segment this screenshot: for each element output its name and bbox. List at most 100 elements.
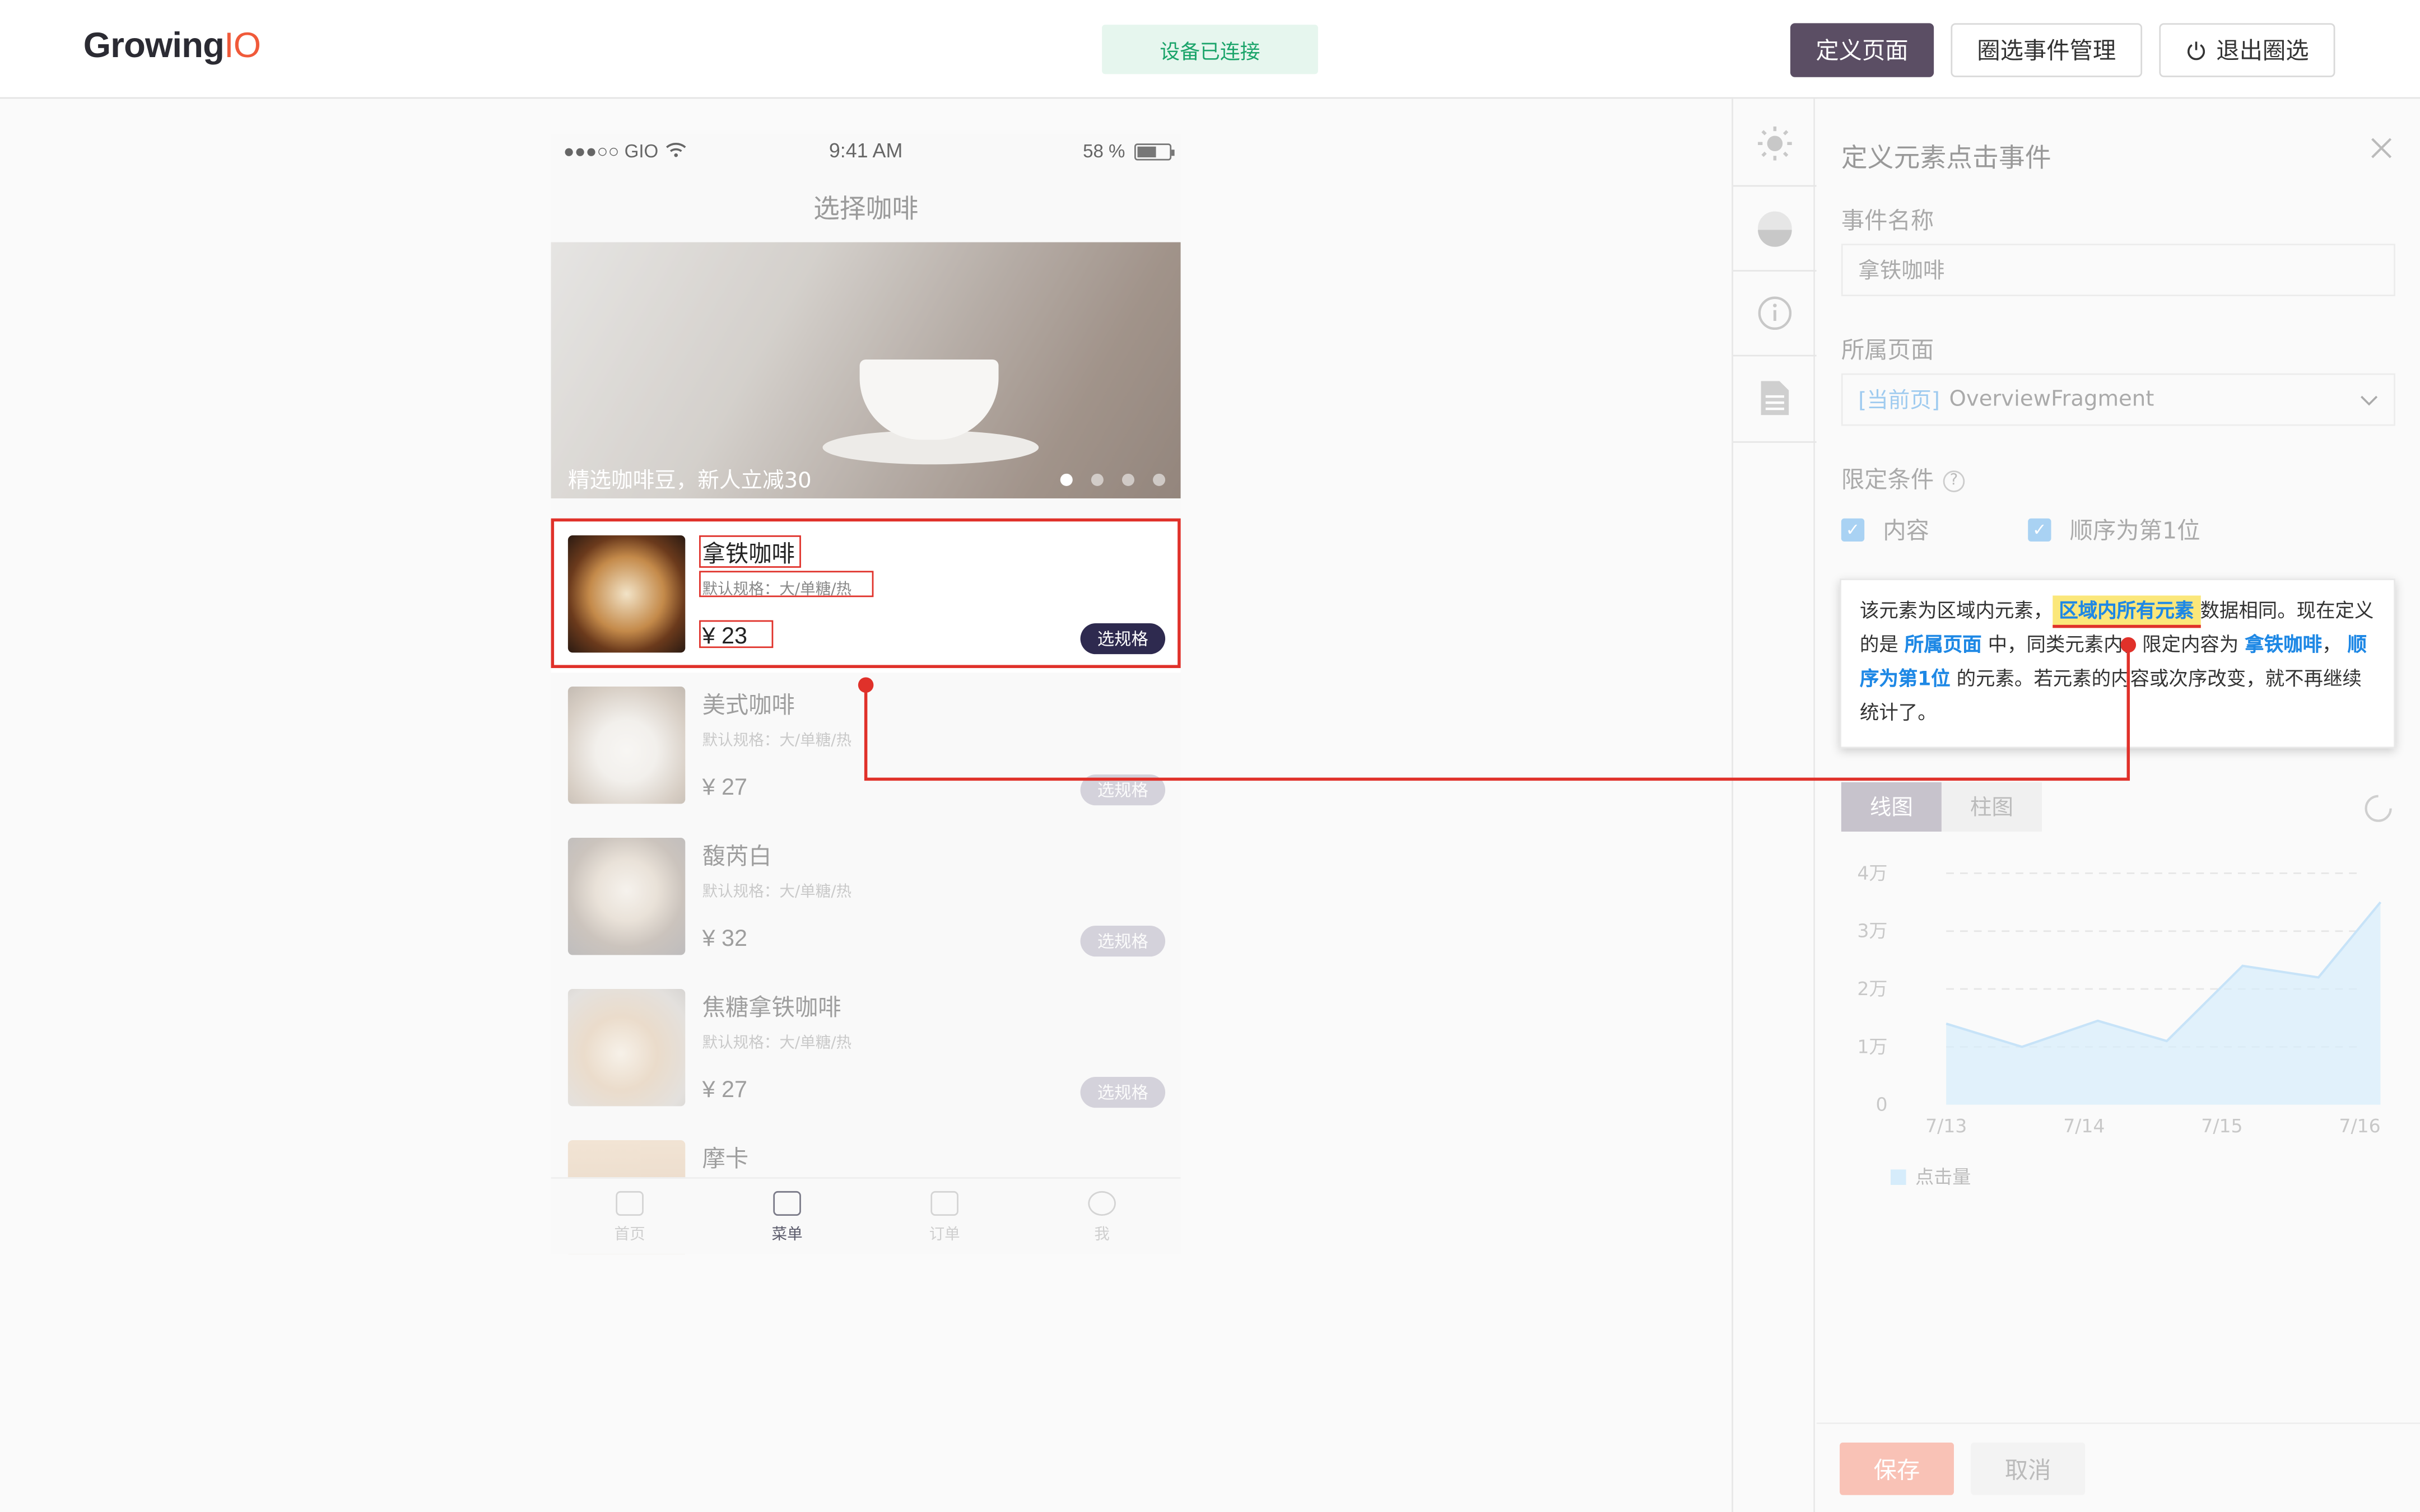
order-icon: [930, 1190, 958, 1215]
banner-overlay: [551, 242, 1181, 498]
carousel-dot[interactable]: [1121, 473, 1134, 486]
current-page-tag: [当前页]: [1858, 389, 1940, 414]
brightness-icon[interactable]: [1753, 122, 1797, 165]
choose-spec-button[interactable]: 选规格: [1080, 926, 1166, 957]
top-bar: GrowingIO 设备已连接 定义页面 圈选事件管理 退出圈选: [0, 0, 2420, 99]
chart-legend: 点击量: [1890, 1163, 1971, 1189]
strip-divider: [1733, 270, 1817, 272]
list-item-americano[interactable]: 美式咖啡 默认规格：大/单糖/热 ¥ 27 选规格: [551, 673, 1181, 824]
x-tick-label: 7/16: [2339, 1115, 2380, 1137]
cancel-button[interactable]: 取消: [1971, 1443, 2086, 1495]
carousel-dot[interactable]: [1153, 473, 1166, 486]
home-icon: [616, 1190, 644, 1215]
page-select-value: OverviewFragment: [1949, 387, 2154, 412]
item-name: 摩卡: [702, 1145, 749, 1173]
y-tick-label: 1万: [1857, 1035, 1887, 1057]
strip-divider: [1733, 185, 1817, 187]
tab-label: 首页: [614, 1225, 645, 1243]
item-spec: 默认规格：大/单糖/热: [702, 732, 852, 750]
checkmark-icon: ✓: [1841, 518, 1865, 542]
page-select[interactable]: [当前页] OverviewFragment: [1841, 373, 2395, 426]
tip-keyword: 拿铁咖啡: [2245, 632, 2323, 656]
contrast-icon[interactable]: [1753, 207, 1797, 250]
phone-status-bar: ●●●○○ GIO 9:41 AM 58 %: [551, 134, 1181, 169]
tab-label: 我: [1094, 1225, 1110, 1243]
checkmark-icon: ✓: [2028, 518, 2051, 542]
promo-banner[interactable]: 精选咖啡豆，新人立减30: [551, 242, 1181, 498]
name-highlight: [699, 535, 801, 568]
condition-tooltip: 该元素为区域内元素， 区域内所有元素 数据相同。现在定义的是 所属页面 中，同类元素…: [1840, 578, 2395, 749]
carousel-dots: [1060, 473, 1166, 486]
phone-preview: ●●●○○ GIO 9:41 AM 58 % 选择咖啡 精选咖啡豆，新人立减30…: [551, 134, 1181, 1254]
event-manage-button[interactable]: 圈选事件管理: [1951, 23, 2143, 77]
logo-accent: IO: [224, 25, 261, 65]
menu-icon: [773, 1190, 801, 1215]
panel-footer: 保存 取消: [1816, 1422, 2420, 1512]
battery-label: 58 %: [1083, 140, 1125, 162]
item-spec: 默认规格：大/单糖/热: [702, 884, 852, 901]
tab-home[interactable]: 首页: [551, 1179, 709, 1254]
tab-line-chart[interactable]: 线图: [1841, 782, 1942, 832]
legend-label: 点击量: [1915, 1166, 1971, 1188]
battery-icon: [1134, 142, 1175, 160]
tip-text: 该元素为区域内元素，: [1859, 598, 2053, 622]
americano-thumbnail: [567, 687, 686, 804]
event-name-input[interactable]: 拿铁咖啡: [1841, 244, 2395, 296]
carousel-dot-active[interactable]: [1060, 473, 1073, 486]
content-checkbox[interactable]: ✓ 内容: [1841, 514, 1929, 546]
legend-swatch: [1890, 1168, 1906, 1184]
list-item-caramel-latte[interactable]: 焦糖拿铁咖啡 默认规格：大/单糖/热 ¥ 27 选规格: [551, 975, 1181, 1126]
spec-highlight: [699, 571, 874, 598]
strip-divider: [1733, 441, 1817, 443]
y-tick-label: 4万: [1857, 862, 1887, 884]
device-status-badge: 设备已连接: [1102, 25, 1318, 74]
item-name: 馥芮白: [702, 842, 772, 870]
choose-spec-button[interactable]: 选规格: [1080, 774, 1166, 806]
tab-me[interactable]: 我: [1023, 1179, 1181, 1254]
price-highlight: [699, 620, 774, 648]
tab-label: 订单: [929, 1225, 960, 1243]
power-icon: [2187, 41, 2205, 59]
info-icon[interactable]: [1753, 292, 1797, 335]
flat-white-thumbnail: [567, 838, 686, 955]
close-icon[interactable]: [2369, 136, 2394, 160]
x-tick-label: 7/14: [2063, 1115, 2105, 1137]
phone-nav-title: 选择咖啡: [813, 194, 919, 226]
phone-tab-bar: 首页 菜单 订单 我: [551, 1177, 1181, 1254]
chart-type-toggle: 线图 柱图: [1841, 782, 2042, 832]
series-area: [1946, 902, 2381, 1105]
caramel-latte-thumbnail: [567, 989, 686, 1107]
tab-label: 菜单: [771, 1225, 803, 1243]
x-tick-label: 7/15: [2201, 1115, 2242, 1137]
item-price: ¥ 27: [702, 774, 748, 801]
define-event-panel: 定义元素点击事件 事件名称 拿铁咖啡 所属页面 [当前页] OverviewFr…: [1816, 99, 2420, 1512]
condition-label: 限定条件?: [1841, 463, 1965, 496]
carousel-dot[interactable]: [1091, 473, 1104, 486]
screen: GrowingIO 设备已连接 定义页面 圈选事件管理 退出圈选 ●●●○○ G…: [0, 0, 2420, 1512]
item-price: ¥ 32: [702, 926, 748, 952]
refresh-icon[interactable]: [2363, 793, 2394, 824]
profile-icon: [1088, 1190, 1116, 1215]
choose-spec-button[interactable]: 选规格: [1080, 1077, 1166, 1108]
document-icon[interactable]: [1753, 376, 1797, 419]
tip-text: 中，同类元素内，限定内容为: [1988, 632, 2239, 656]
tab-menu[interactable]: 菜单: [709, 1179, 866, 1254]
tip-text: ，: [2322, 632, 2342, 656]
tab-orders[interactable]: 订单: [866, 1179, 1023, 1254]
order-checkbox[interactable]: ✓ 顺序为第1位: [2028, 514, 2200, 546]
tab-bar-chart[interactable]: 柱图: [1941, 782, 2042, 832]
tip-highlight: 区域内所有元素: [2053, 595, 2200, 628]
list-item-flat-white[interactable]: 馥芮白 默认规格：大/单糖/热 ¥ 32 选规格: [551, 824, 1181, 975]
logo-text: Growing: [83, 25, 225, 65]
exit-circle-button[interactable]: 退出圈选: [2159, 23, 2335, 77]
exit-label: 退出圈选: [2216, 37, 2309, 65]
item-price: ¥ 27: [702, 1077, 748, 1103]
page-label: 所属页面: [1841, 336, 1934, 365]
help-icon[interactable]: ?: [1943, 469, 1965, 492]
tip-keyword: 所属页面: [1904, 632, 1982, 656]
save-button[interactable]: 保存: [1840, 1443, 1954, 1495]
growingio-logo[interactable]: GrowingIO: [83, 25, 261, 66]
event-name-value: 拿铁咖啡: [1858, 259, 1945, 284]
define-page-button[interactable]: 定义页面: [1790, 23, 1934, 77]
battery-indicator: 58 %: [1083, 140, 1175, 162]
